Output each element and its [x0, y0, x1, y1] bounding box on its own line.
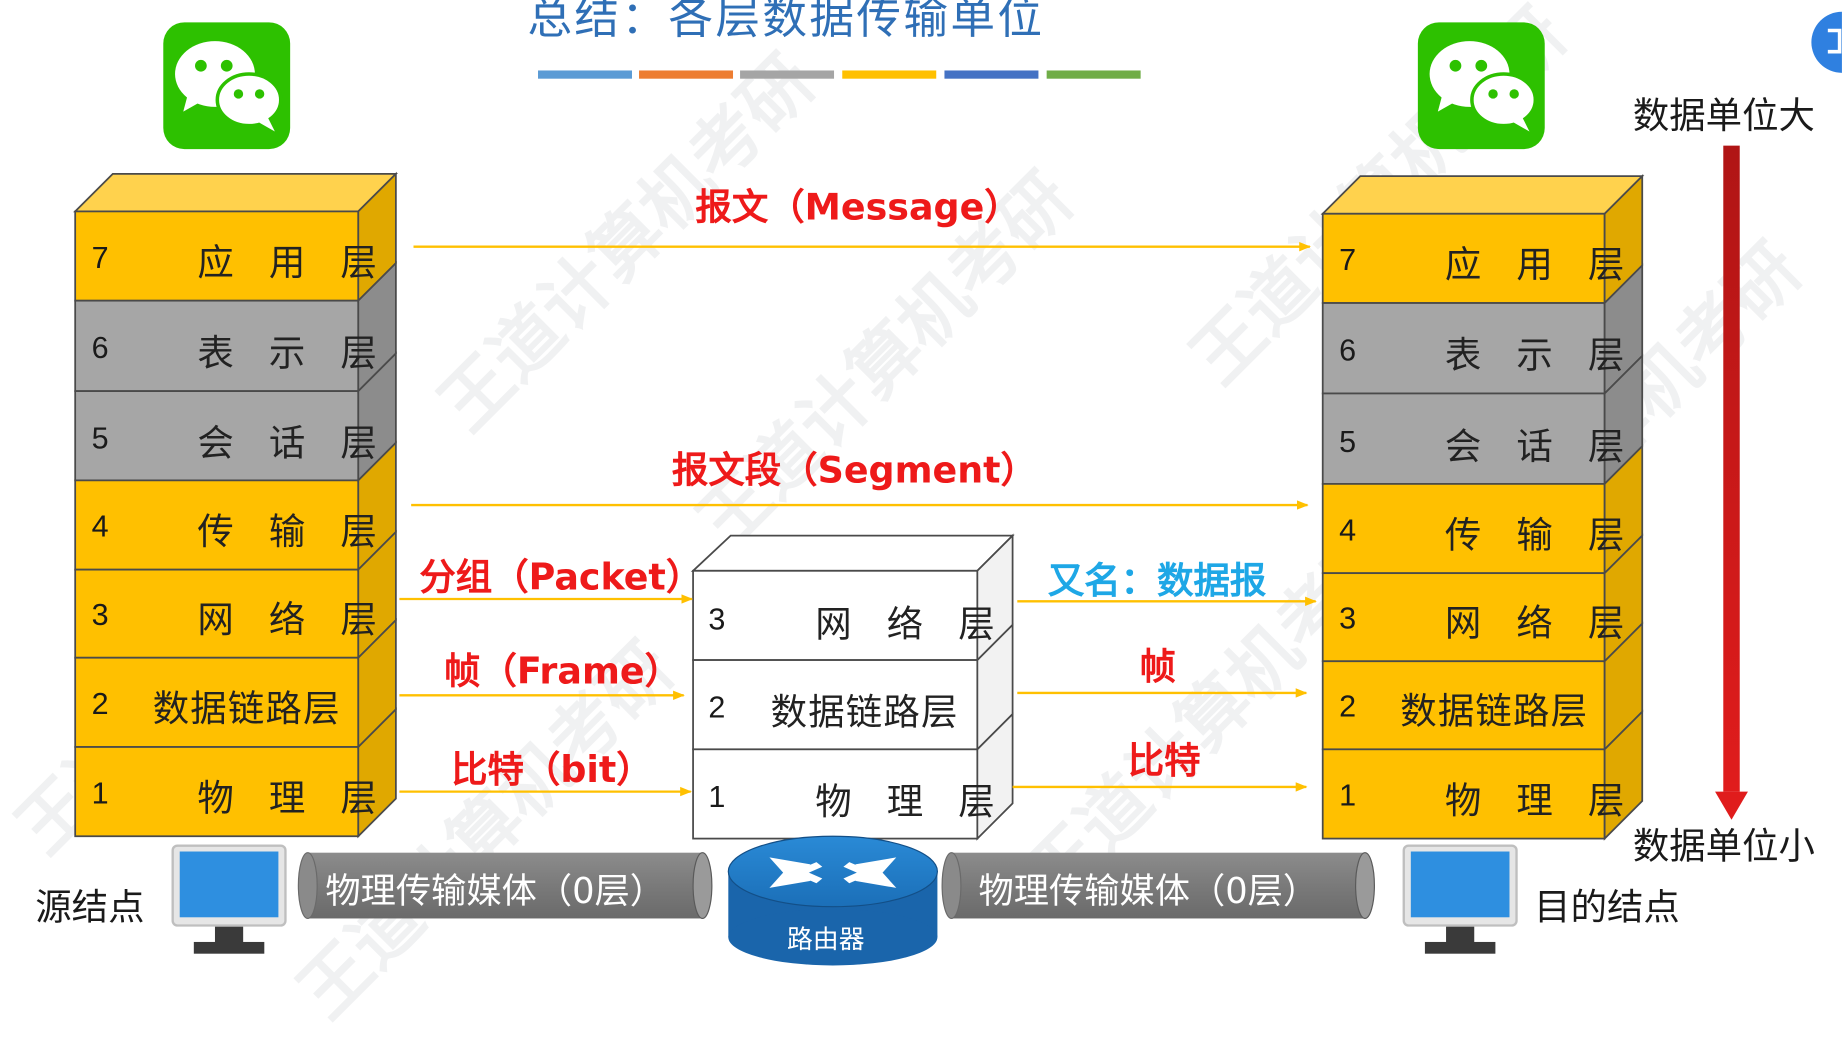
title-color-bars [538, 70, 1141, 79]
source-layer-2-name: 数据链路层 [152, 688, 341, 731]
dest-layer-5-name: 会 话 层 [1444, 426, 1637, 469]
source-layer-1-num: 1 [91, 775, 109, 811]
dest-layer-3-name: 网 络 层 [1444, 602, 1637, 645]
dest-layer-4-num: 4 [1339, 512, 1357, 548]
title-bar-darkblue [944, 70, 1039, 79]
dest-layer-5-num: 5 [1339, 423, 1357, 460]
router-layer-3-name: 网 络 层 [815, 603, 1007, 646]
dest-layer-7-name: 应 用 层 [1444, 244, 1637, 287]
dest-layer-2-num: 2 [1339, 688, 1357, 724]
dest-layer-3-num: 3 [1339, 600, 1357, 636]
corner-icon [1811, 11, 1842, 73]
title-bar-orange [639, 70, 734, 79]
source-layer-2-num: 2 [91, 685, 109, 722]
source-node-label: 源结点 [35, 886, 145, 930]
dest-layer-6-num: 6 [1339, 332, 1357, 368]
scale-label-small: 数据单位小 [1632, 825, 1815, 868]
pdu-label-segment: 报文段（Segment） [671, 449, 1037, 493]
media-right-label: 物理传输媒体（0层） [978, 871, 1319, 913]
router-layer-1-num: 1 [708, 778, 726, 814]
wechat-icon-left [163, 22, 291, 150]
source-layer-4-name: 传 输 层 [197, 510, 389, 554]
router-layer-2-name: 数据链路层 [770, 691, 959, 735]
router-layer-3-num: 3 [708, 601, 726, 637]
source-layer-3-num: 3 [91, 596, 109, 632]
title-bar-blue [538, 70, 632, 79]
dest-layer-6-name: 表 示 层 [1444, 334, 1637, 378]
source-layer-7-name: 应 用 层 [197, 241, 389, 285]
dest-layer-1-name: 物 理 层 [1444, 779, 1637, 823]
destination-node-label: 目的结点 [1534, 886, 1680, 930]
source-layer-3-name: 网 络 层 [197, 598, 389, 642]
source-layer-4-num: 4 [91, 508, 109, 544]
source-layer-1-name: 物 理 层 [197, 777, 389, 820]
wechat-icon-right [1417, 22, 1545, 150]
diagram-stage: 王道计算机考研 王道计算机考研 王道计算机考研 王道计算机考研 王道计算机考研 … [0, 0, 1842, 1034]
scale-arrow [1715, 145, 1748, 820]
router-layer-1-name: 物 理 层 [815, 781, 1007, 824]
pdu-label-bit-right: 比特 [1127, 739, 1201, 783]
pdu-label-message: 报文（Message） [695, 186, 1021, 230]
source-layer-6-name: 表 示 层 [197, 332, 389, 375]
pdu-label-frame: 帧（Frame） [444, 650, 682, 693]
page-title: 总结：各层数据传输单位 [527, 0, 1045, 44]
pdu-label-packet: 分组（Packet） [419, 556, 703, 599]
media-left-label: 物理传输媒体（0层） [325, 871, 665, 913]
source-layer-5-name: 会 话 层 [197, 422, 389, 466]
dest-layer-4-name: 传 输 层 [1444, 514, 1637, 557]
pdu-label-datagram: 又名：数据报 [1047, 560, 1267, 603]
dest-layer-1-num: 1 [1339, 777, 1357, 813]
title-bar-yellow [842, 70, 937, 79]
router-label: 路由器 [787, 925, 865, 955]
title-bar-green [1046, 70, 1141, 79]
source-layer-7-num: 7 [91, 239, 109, 275]
router-layer-2-num: 2 [708, 689, 726, 725]
dest-layer-7-num: 7 [1339, 241, 1357, 278]
scale-label-large: 数据单位大 [1632, 95, 1815, 138]
dest-layer-2-name: 数据链路层 [1400, 690, 1589, 733]
source-layer-5-num: 5 [91, 420, 109, 456]
pdu-label-frame-right: 帧 [1139, 645, 1176, 689]
pdu-label-bit: 比特（bit） [451, 749, 653, 792]
title-bar-gray [740, 70, 835, 79]
monitor-icon-source [171, 844, 287, 954]
monitor-icon-destination [1402, 844, 1518, 954]
source-layer-6-num: 6 [91, 330, 109, 366]
